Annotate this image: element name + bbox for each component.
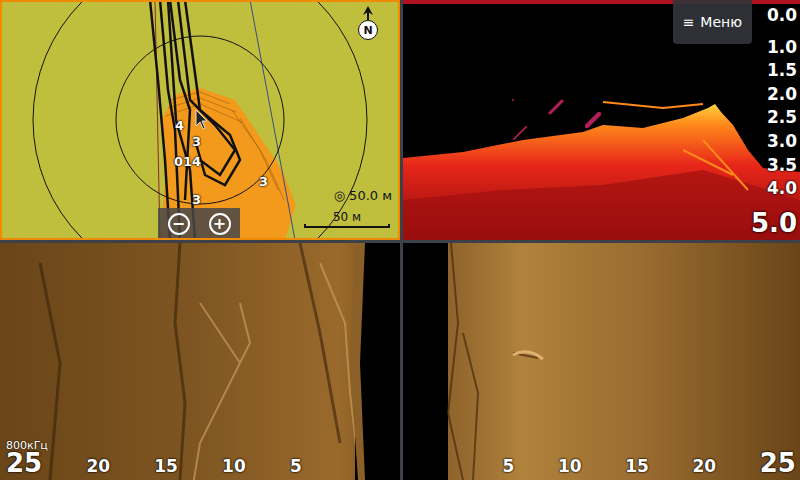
sonar-pane[interactable]: ≡ Меню 0.0 1.01.52.02.53.03.54.0 5.0 [403, 0, 800, 240]
zoom-button[interactable]: + [209, 213, 231, 235]
menu-icon: ≡ [683, 14, 695, 30]
depth-tick: 2.5 [767, 106, 797, 130]
range-tick: 10 [222, 456, 246, 476]
range-icon: ◎ [334, 188, 345, 203]
depth-label: 3 [192, 192, 201, 207]
depth-tick: 4.0 [767, 177, 797, 201]
depth-scale: 0.0 1.01.52.02.53.03.54.0 5.0 [751, 4, 797, 238]
depth-label: 014 [174, 154, 201, 169]
depth-tick: 3.5 [767, 154, 797, 178]
active-pane-border [0, 0, 400, 240]
zoom-controls: −+ [158, 208, 240, 240]
depth-tick: 1.5 [767, 59, 797, 83]
range-ticks-right: 5 10 15 20 25 [409, 448, 796, 478]
range-label: ◎ 50.0 м [334, 188, 392, 203]
fishfinder-screen: 4301433N◎50.0 м50 м−+≡Меню0.01.01.52.02.… [0, 0, 800, 480]
range-tick: 5 [503, 456, 515, 476]
range-ticks-left: 25 20 15 10 5 [6, 448, 396, 478]
max-depth: 5.0 [751, 208, 797, 238]
depth-label: 3 [192, 134, 201, 149]
depth-tick: 1.0 [767, 36, 797, 60]
range-tick: 15 [154, 456, 178, 476]
cursor-icon [196, 110, 207, 129]
map-pane[interactable]: 4301433N◎50.0 м50 м−+ [0, 0, 400, 240]
sidescan-right-image [403, 243, 800, 480]
menu-label: Меню [700, 14, 742, 30]
range-tick: 10 [558, 456, 582, 476]
range-tick: 5 [290, 456, 302, 476]
range-tick: 25 [6, 448, 42, 478]
depth-label: 3 [259, 174, 268, 189]
range-value: 50.0 м [349, 188, 392, 203]
range-tick: 15 [625, 456, 649, 476]
depth-label: 4 [175, 118, 184, 133]
north-label: N [358, 20, 378, 40]
zoom-button[interactable]: − [168, 213, 190, 235]
menu-button[interactable]: ≡ Меню [673, 0, 752, 44]
range-tick: 25 [760, 448, 796, 478]
scale-bar: 50 м [304, 210, 390, 228]
north-arrow-icon [362, 6, 374, 20]
range-tick: 20 [86, 456, 110, 476]
depth-tick: 2.0 [767, 83, 797, 107]
depth-tick: 3.0 [767, 130, 797, 154]
scale-line [304, 224, 390, 228]
north-indicator[interactable]: N [358, 6, 378, 40]
sidescan-left-image [0, 243, 400, 480]
depth-tick: 0.0 [767, 4, 797, 28]
scale-label: 50 м [333, 210, 361, 224]
sidescan-left-pane[interactable]: 800кГц252015105 [0, 243, 400, 480]
sidescan-right-pane[interactable]: 5 10 15 20 25 [403, 243, 800, 480]
range-tick: 20 [693, 456, 717, 476]
